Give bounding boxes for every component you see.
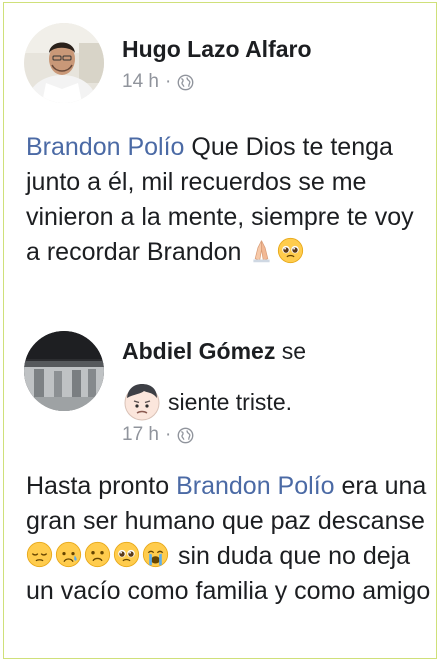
sad-face-icon (124, 384, 160, 421)
frowning-face-icon (84, 541, 111, 568)
pleading-face-icon (277, 237, 304, 264)
globe-icon (177, 74, 194, 91)
post-meta: 14 h · (122, 71, 194, 93)
separator-dot: · (164, 71, 172, 92)
avatar[interactable] (24, 23, 104, 103)
timestamp[interactable]: 17 h (122, 424, 159, 446)
post-meta: 17 h · (122, 424, 194, 446)
mention-link[interactable]: Brandon Polío (176, 472, 334, 500)
comment-text: Hasta pronto Brandon Polío era una gran … (26, 469, 436, 609)
comments-panel: Hugo Lazo Alfaro 14 h · Brandon Polío Qu… (3, 2, 437, 659)
comment-body-start: Hasta pronto (26, 472, 177, 500)
author-line: Hugo Lazo Alfaro (122, 34, 312, 64)
folded-hands-icon (253, 240, 270, 263)
disappointed-relieved-face-icon (55, 541, 82, 568)
author-name[interactable]: Hugo Lazo Alfaro (122, 36, 312, 62)
pensive-face-icon (26, 541, 53, 568)
feeling-line: siente triste. (122, 382, 292, 422)
timestamp[interactable]: 14 h (122, 71, 159, 93)
crying-face-icon (142, 541, 169, 568)
author-line: Abdiel Gómez se (122, 336, 306, 366)
feeling-prefix: se (275, 338, 307, 364)
avatar[interactable] (24, 331, 104, 411)
feeling-text[interactable]: siente triste. (168, 387, 292, 417)
pleading-face-icon (113, 541, 140, 568)
author-name[interactable]: Abdiel Gómez (122, 338, 275, 364)
comment-text: Brandon Polío Que Dios te tenga junto a … (26, 130, 426, 270)
mention-link[interactable]: Brandon Polío (26, 133, 184, 161)
globe-icon (177, 427, 194, 444)
separator-dot: · (164, 424, 172, 445)
